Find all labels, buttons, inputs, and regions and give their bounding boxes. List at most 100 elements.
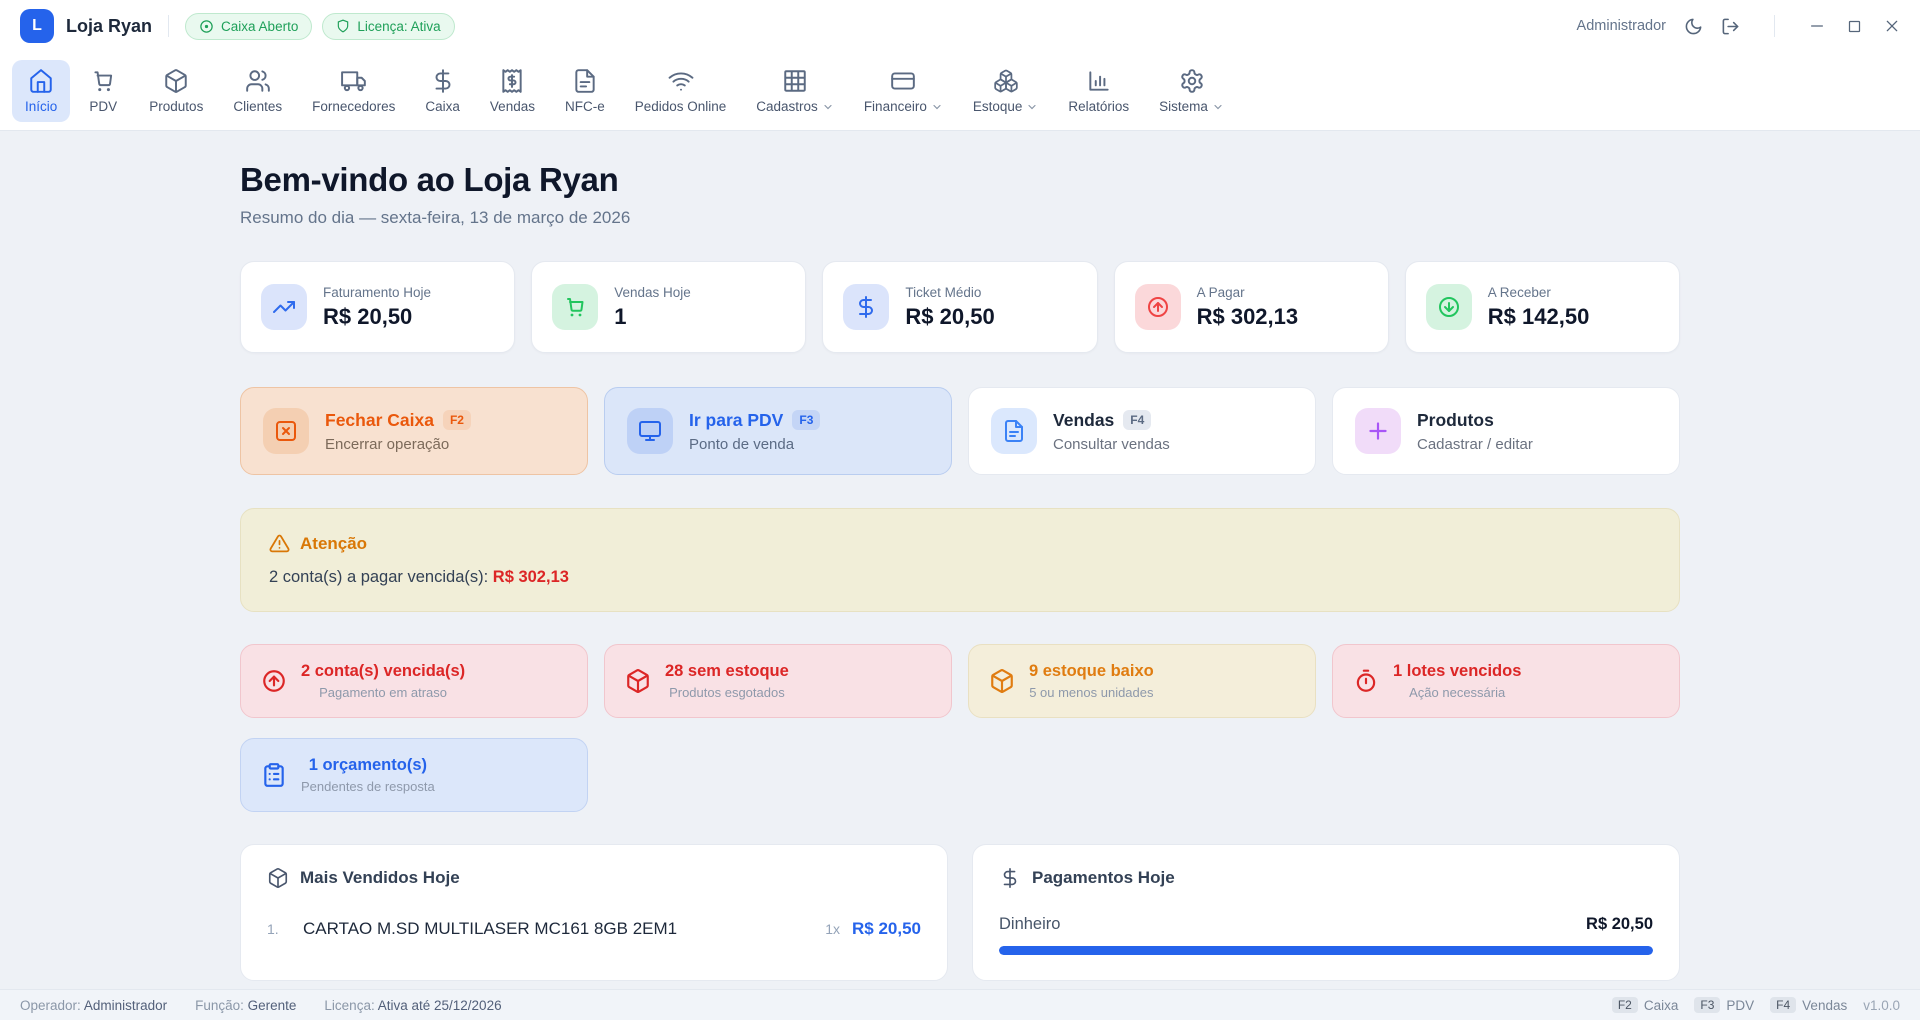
payment-progress-fill — [999, 946, 1653, 955]
grid-icon — [782, 68, 808, 94]
nav-item-produtos[interactable]: Produtos — [136, 60, 216, 122]
sales-card[interactable]: VendasF4 Consultar vendas — [968, 387, 1316, 475]
stat-card-a-pagar: A Pagar R$ 302,13 — [1114, 261, 1389, 353]
gear-icon — [1179, 68, 1205, 94]
stat-card-faturamento: Faturamento Hoje R$ 20,50 — [240, 261, 515, 353]
go-to-pdv-card[interactable]: Ir para PDVF3 Ponto de venda — [604, 387, 952, 475]
shield-icon — [336, 19, 350, 33]
cash-open-badge: Caixa Aberto — [185, 13, 312, 40]
nav-item-caixa[interactable]: Caixa — [412, 60, 473, 122]
dollar-icon — [430, 68, 456, 94]
monitor-icon — [627, 408, 673, 454]
users-icon — [245, 68, 271, 94]
nav-item-relatorios[interactable]: Relatórios — [1055, 60, 1142, 122]
warning-amount: R$ 302,13 — [493, 568, 569, 586]
arrow-up-circle-icon — [261, 668, 287, 694]
shortcut-badge: F3 — [792, 410, 820, 430]
wifi-icon — [668, 68, 694, 94]
home-icon — [28, 68, 54, 94]
dashboard: Bem-vindo ao Loja Ryan Resumo do dia — s… — [240, 131, 1680, 981]
nav-item-clientes[interactable]: Clientes — [220, 60, 295, 122]
chevron-down-icon — [822, 101, 834, 113]
payments-panel: Pagamentos Hoje Dinheiro R$ 20,50 — [972, 844, 1680, 981]
overdue-accounts-card[interactable]: 2 conta(s) vencida(s) Pagamento em atras… — [240, 644, 588, 718]
warning-title: Atenção — [300, 534, 367, 554]
pending-quotes-card[interactable]: 1 orçamento(s) Pendentes de resposta — [240, 738, 588, 812]
shortcut-f3-pdv: F3PDV — [1694, 997, 1754, 1013]
page-subtitle: Resumo do dia — sexta-feira, 13 de março… — [240, 208, 1680, 228]
circle-dot-icon — [199, 19, 214, 34]
app-title: Loja Ryan — [66, 16, 152, 37]
divider — [1774, 15, 1775, 37]
timer-icon — [1353, 668, 1379, 694]
nav-item-pdv[interactable]: PDV — [74, 60, 132, 122]
status-bar: Operador: Administrador Função: Gerente … — [0, 989, 1920, 1020]
boxes-icon — [993, 68, 1019, 94]
stat-card-vendas: Vendas Hoje 1 — [531, 261, 806, 353]
stat-card-ticket-medio: Ticket Médio R$ 20,50 — [822, 261, 1097, 353]
expired-lots-card[interactable]: 1 lotes vencidos Ação necessária — [1332, 644, 1680, 718]
shortcut-f2-caixa: F2Caixa — [1612, 997, 1679, 1013]
chevron-down-icon — [1026, 101, 1038, 113]
chevron-down-icon — [1212, 101, 1224, 113]
shortcut-f4-vendas: F4Vendas — [1770, 997, 1847, 1013]
app-logo: L — [20, 9, 54, 43]
minimize-button[interactable] — [1809, 18, 1825, 34]
nav-item-pedidos-online[interactable]: Pedidos Online — [622, 60, 740, 122]
products-card[interactable]: Produtos Cadastrar / editar — [1332, 387, 1680, 475]
file-text-icon — [572, 68, 598, 94]
nav-item-nfce[interactable]: NFC-e — [552, 60, 618, 122]
panel-title: Pagamentos Hoje — [1032, 868, 1175, 888]
truck-icon — [341, 68, 367, 94]
logout-icon[interactable] — [1721, 17, 1740, 36]
warning-banner: Atenção 2 conta(s) a pagar vencida(s): R… — [240, 508, 1680, 612]
low-stock-card[interactable]: 9 estoque baixo 5 ou menos unidades — [968, 644, 1316, 718]
user-name: Administrador — [1577, 18, 1666, 34]
package-icon — [625, 668, 651, 694]
arrow-down-circle-icon — [1426, 284, 1472, 330]
main-nav: Início PDV Produtos Clientes Fornecedore… — [0, 52, 1920, 131]
nav-item-financeiro[interactable]: Financeiro — [851, 60, 956, 122]
alert-triangle-icon — [269, 533, 290, 554]
page-title: Bem-vindo ao Loja Ryan — [240, 161, 1680, 199]
nav-item-estoque[interactable]: Estoque — [960, 60, 1052, 122]
divider — [168, 15, 169, 37]
quick-actions: Fechar CaixaF2 Encerrar operação Ir para… — [240, 387, 1680, 475]
dollar-icon — [999, 867, 1021, 889]
credit-card-icon — [890, 68, 916, 94]
out-of-stock-card[interactable]: 28 sem estoque Produtos esgotados — [604, 644, 952, 718]
warning-text: 2 conta(s) a pagar vencida(s): R$ 302,13 — [269, 568, 1651, 587]
license-badge: Licença: Ativa — [322, 13, 454, 40]
dark-mode-icon[interactable] — [1684, 17, 1703, 36]
payment-row: Dinheiro R$ 20,50 — [999, 915, 1653, 934]
footer-role: Função: Gerente — [195, 998, 296, 1013]
trending-up-icon — [261, 284, 307, 330]
nav-item-cadastros[interactable]: Cadastros — [743, 60, 847, 122]
dollar-icon — [843, 284, 889, 330]
version-label: v1.0.0 — [1863, 998, 1900, 1013]
maximize-button[interactable] — [1847, 19, 1862, 34]
package-icon — [267, 867, 289, 889]
close-button[interactable] — [1884, 18, 1900, 34]
close-cash-card[interactable]: Fechar CaixaF2 Encerrar operação — [240, 387, 588, 475]
bottom-panels: Mais Vendidos Hoje 1. CARTAO M.SD MULTIL… — [240, 844, 1680, 981]
clipboard-list-icon — [261, 762, 287, 788]
file-text-icon — [991, 408, 1037, 454]
best-sellers-panel: Mais Vendidos Hoje 1. CARTAO M.SD MULTIL… — [240, 844, 948, 981]
stats-row: Faturamento Hoje R$ 20,50 Vendas Hoje 1 … — [240, 261, 1680, 353]
nav-item-sistema[interactable]: Sistema — [1146, 60, 1237, 122]
package-icon — [989, 668, 1015, 694]
nav-item-vendas[interactable]: Vendas — [477, 60, 548, 122]
chevron-down-icon — [931, 101, 943, 113]
plus-icon — [1355, 408, 1401, 454]
alerts-row: 2 conta(s) vencida(s) Pagamento em atras… — [240, 644, 1680, 812]
package-icon — [163, 68, 189, 94]
footer-operator: Operador: Administrador — [20, 998, 167, 1013]
payment-progress — [999, 946, 1653, 955]
cart-icon — [552, 284, 598, 330]
x-square-icon — [263, 408, 309, 454]
nav-item-fornecedores[interactable]: Fornecedores — [299, 60, 408, 122]
receipt-icon — [499, 68, 525, 94]
nav-item-inicio[interactable]: Início — [12, 60, 70, 122]
footer-license: Licença: Ativa até 25/12/2026 — [324, 998, 501, 1013]
